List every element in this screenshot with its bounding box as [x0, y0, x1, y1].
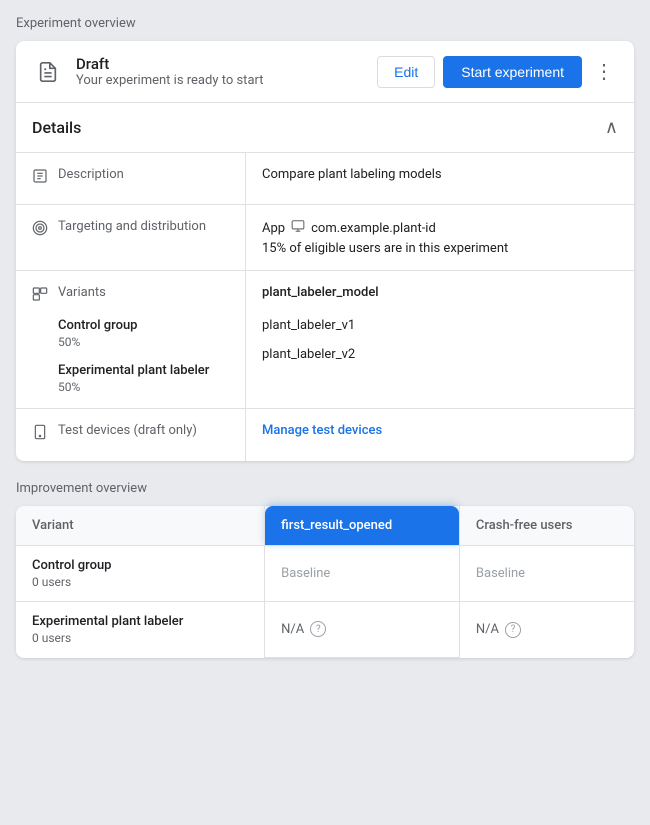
start-experiment-button[interactable]: Start experiment [443, 56, 582, 88]
description-label: Description [16, 153, 246, 204]
targeting-label: Targeting and distribution [16, 205, 246, 270]
control-variant-name: Control group [32, 558, 248, 573]
experimental-pct: 50% [58, 380, 209, 394]
manage-test-devices-link[interactable]: Manage test devices [262, 423, 382, 438]
table-row: Control group 0 users Baseline Baseline [16, 546, 634, 602]
experimental-variant-cell: Experimental plant labeler 0 users [16, 602, 265, 658]
experimental-metric-cell: N/A ? [265, 602, 460, 658]
details-header: Details ∧ [16, 103, 634, 153]
description-value: Compare plant labeling models [246, 153, 634, 204]
targeting-row: Targeting and distribution App com.examp… [16, 205, 634, 271]
table-header-row: Variant first_result_opened Crash-free u… [16, 506, 634, 546]
draft-actions: Edit Start experiment ⋮ [377, 55, 618, 88]
col-metric-header: first_result_opened [265, 506, 460, 546]
variants-label-block: Variants Control group 50% Experimental … [58, 285, 209, 394]
experimental-variant-name: Experimental plant labeler [32, 614, 248, 629]
control-crash-cell: Baseline [459, 546, 634, 602]
experimental-name: Experimental plant labeler [58, 363, 209, 378]
improvement-table: Variant first_result_opened Crash-free u… [16, 506, 634, 658]
variants-icon [32, 286, 48, 306]
app-prefix: App [262, 221, 285, 236]
improvement-card: Variant first_result_opened Crash-free u… [16, 506, 634, 658]
variants-label: Variants Control group 50% Experimental … [16, 271, 246, 408]
table-row: Experimental plant labeler 0 users N/A ?… [16, 602, 634, 658]
experimental-crash-value: N/A ? [476, 622, 618, 638]
more-options-button[interactable]: ⋮ [590, 55, 618, 88]
eligibility-text: 15% of eligible users are in this experi… [262, 241, 618, 256]
test-devices-label-text: Test devices (draft only) [58, 423, 197, 438]
description-icon [32, 168, 48, 188]
experimental-crash-cell: N/A ? [459, 602, 634, 658]
control-crash-value: Baseline [476, 566, 525, 581]
control-variant-cell: Control group 0 users [16, 546, 265, 602]
app-row: App com.example.plant-id [262, 219, 618, 237]
test-devices-value: Manage test devices [246, 409, 634, 461]
experimental-user-count: 0 users [32, 631, 248, 645]
targeting-value: App com.example.plant-id 15% of eligible… [246, 205, 634, 270]
description-row: Description Compare plant labeling model… [16, 153, 634, 205]
draft-header: Draft Your experiment is ready to start … [16, 41, 634, 103]
control-metric-value: Baseline [281, 566, 330, 581]
model-header: plant_labeler_model [262, 285, 618, 300]
control-user-count: 0 users [32, 575, 248, 589]
control-metric-cell: Baseline [265, 546, 460, 602]
collapse-icon[interactable]: ∧ [605, 117, 618, 138]
test-devices-row: Test devices (draft only) Manage test de… [16, 409, 634, 461]
draft-text: Draft Your experiment is ready to start [76, 55, 377, 88]
control-group-name: Control group [58, 318, 209, 333]
experiment-overview-label: Experiment overview [16, 16, 634, 31]
col-crash-header: Crash-free users [459, 506, 634, 546]
metric-help-icon[interactable]: ? [310, 621, 326, 637]
targeting-icon [32, 220, 48, 240]
description-label-text: Description [58, 167, 124, 182]
experiment-card: Draft Your experiment is ready to start … [16, 41, 634, 461]
targeting-label-text: Targeting and distribution [58, 219, 206, 234]
control-group-pct: 50% [58, 335, 209, 349]
model-v2: plant_labeler_v2 [262, 347, 618, 362]
edit-button[interactable]: Edit [377, 56, 435, 88]
variants-value: plant_labeler_model plant_labeler_v1 pla… [246, 271, 634, 408]
variants-row: Variants Control group 50% Experimental … [16, 271, 634, 409]
experimental-metric-value: N/A ? [281, 621, 443, 637]
model-v1: plant_labeler_v1 [262, 318, 618, 333]
app-id: com.example.plant-id [311, 221, 436, 236]
details-title: Details [32, 118, 81, 137]
draft-title: Draft [76, 55, 377, 73]
draft-icon [32, 56, 64, 88]
test-devices-icon [32, 424, 48, 444]
improvement-overview-label: Improvement overview [16, 481, 634, 496]
crash-help-icon[interactable]: ? [505, 622, 521, 638]
col-variant-header: Variant [16, 506, 265, 546]
variants-label-text: Variants [58, 285, 209, 300]
test-devices-label: Test devices (draft only) [16, 409, 246, 461]
draft-subtitle: Your experiment is ready to start [76, 73, 377, 88]
app-icon [291, 219, 305, 237]
